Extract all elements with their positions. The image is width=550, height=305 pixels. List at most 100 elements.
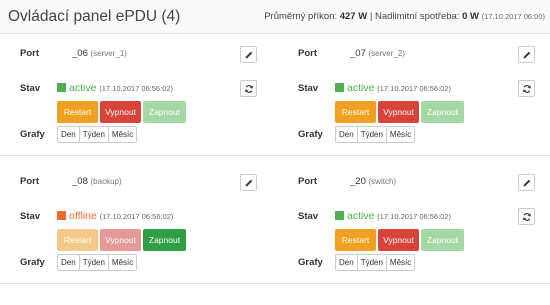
graph-week-button[interactable]: Týden [78,126,109,143]
port-value: _07 (server_2) [350,48,405,59]
graph-week-button[interactable]: Týden [78,254,109,271]
device-name: (server_1) [90,49,127,58]
status-indicator [57,211,66,220]
refresh-status-button[interactable] [518,80,535,97]
power-buttons: Restart Vypnout Zapnout [57,101,186,123]
power-on-button[interactable]: Zapnout [421,101,464,123]
port-panel: Port _08 (backup) Stav offline (17.10.20… [0,162,272,282]
status-label: Stav [298,211,319,222]
port-status: active (17.10.2017 06:56:02) [335,210,451,222]
status-timestamp: (17.10.2017 06:56:02) [99,84,174,93]
power-on-button[interactable]: Zapnout [143,101,186,123]
edit-port-button[interactable] [240,46,257,63]
power-off-button[interactable]: Vypnout [378,229,419,251]
status-indicator [335,83,344,92]
port-label: Port [20,176,39,187]
status-timestamp: (17.10.2017 06:56:02) [377,212,452,221]
graph-day-button[interactable]: Den [335,126,358,143]
power-off-button[interactable]: Vypnout [378,101,419,123]
device-name: (server_2) [368,49,405,58]
status-timestamp: (17.10.2017 06:56:02) [99,212,174,221]
status-label: Stav [298,83,319,94]
power-summary: Průměrný příkon: 427 W | Nadlimitní spot… [264,11,545,22]
edit-port-button[interactable] [240,174,257,191]
edit-port-button[interactable] [518,46,535,63]
edit-port-button[interactable] [518,174,535,191]
pencil-icon [245,179,252,186]
pencil-icon [523,51,530,58]
power-buttons: Restart Vypnout Zapnout [335,229,464,251]
power-on-button[interactable]: Zapnout [421,229,464,251]
status-indicator [335,211,344,220]
summary-timestamp: (17.10.2017 06:00) [481,12,545,21]
graph-month-button[interactable]: Měsíc [385,254,416,271]
status-text: offline [69,210,97,222]
over-limit-label: Nadlimitní spotřeba: [374,11,460,22]
graph-month-button[interactable]: Měsíc [107,254,138,271]
port-number: _07 [350,48,366,59]
power-buttons: Restart Vypnout Zapnout [57,229,186,251]
power-off-button[interactable]: Vypnout [100,101,141,123]
status-text: active [347,210,375,222]
restart-button[interactable]: Restart [57,101,98,123]
status-label: Stav [20,83,41,94]
status-text: active [347,82,375,94]
row-divider [0,155,550,156]
graphs-label: Grafy [20,129,45,140]
port-panel: Port _06 (server_1) Stav active (17.10.2… [0,34,272,154]
power-buttons: Restart Vypnout Zapnout [335,101,464,123]
port-panel: Port _07 (server_2) Stav active (17.10.2… [278,34,550,154]
graphs-label: Grafy [20,257,45,268]
port-status: offline (17.10.2017 06:56:02) [57,210,173,222]
refresh-icon [244,84,253,93]
port-status: active (17.10.2017 06:56:02) [335,82,451,94]
status-label: Stav [20,211,41,222]
avg-power-value: 427 W [339,11,368,22]
graph-period-group: Den Týden Měsíc [57,126,138,143]
pencil-icon [245,51,252,58]
graph-period-group: Den Týden Měsíc [335,126,416,143]
graph-day-button[interactable]: Den [57,254,80,271]
graph-month-button[interactable]: Měsíc [107,126,138,143]
port-value: _08 (backup) [72,176,122,187]
refresh-icon [522,212,531,221]
restart-button[interactable]: Restart [335,101,376,123]
pencil-icon [523,179,530,186]
graph-period-group: Den Týden Měsíc [335,254,416,271]
graph-day-button[interactable]: Den [335,254,358,271]
graphs-label: Grafy [298,129,323,140]
refresh-status-button[interactable] [240,80,257,97]
port-label: Port [20,48,39,59]
port-panel: Port _20 (switch) Stav active (17.10.201… [278,162,550,282]
over-limit-value: 0 W [462,11,479,22]
port-value: _20 (switch) [350,176,396,187]
device-name: (backup) [90,177,122,186]
port-number: _08 [72,176,88,187]
power-off-button[interactable]: Vypnout [100,229,141,251]
graph-month-button[interactable]: Měsíc [385,126,416,143]
status-indicator [57,83,66,92]
graph-week-button[interactable]: Týden [356,254,387,271]
port-number: _20 [350,176,366,187]
graph-week-button[interactable]: Týden [356,126,387,143]
port-label: Port [298,48,317,59]
port-status: active (17.10.2017 06:56:02) [57,82,173,94]
page-header: Ovládací panel ePDU (4) Průměrný příkon:… [0,0,550,34]
graph-day-button[interactable]: Den [57,126,80,143]
page-title: Ovládací panel ePDU (4) [8,8,181,25]
status-text: active [69,82,97,94]
row-divider [0,283,550,284]
port-number: _06 [72,48,88,59]
device-name: (switch) [368,177,397,186]
summary-separator: | [369,11,373,22]
power-on-button[interactable]: Zapnout [143,229,186,251]
restart-button[interactable]: Restart [335,229,376,251]
avg-power-label: Průměrný příkon: [264,11,338,22]
port-value: _06 (server_1) [72,48,127,59]
graphs-label: Grafy [298,257,323,268]
refresh-status-button[interactable] [518,208,535,225]
status-timestamp: (17.10.2017 06:56:02) [377,84,452,93]
port-label: Port [298,176,317,187]
refresh-icon [522,84,531,93]
restart-button[interactable]: Restart [57,229,98,251]
